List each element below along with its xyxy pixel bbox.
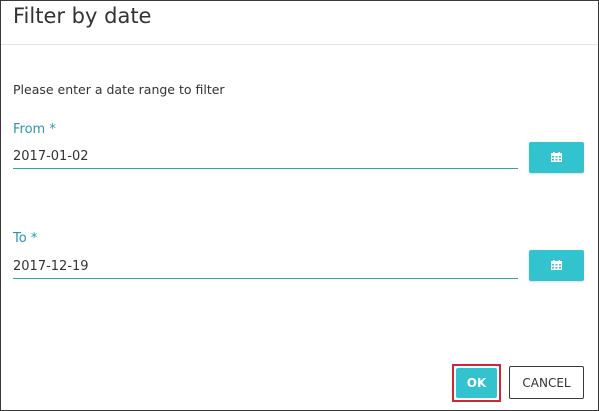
to-calendar-button[interactable]: [529, 250, 584, 281]
from-calendar-button[interactable]: [529, 142, 584, 173]
from-label: From *: [13, 122, 56, 137]
from-date-input[interactable]: [13, 144, 518, 169]
instructions-text: Please enter a date range to filter: [13, 82, 225, 97]
calendar-icon: [551, 260, 562, 270]
calendar-icon: [551, 152, 562, 162]
dialog-header: Filter by date: [1, 1, 598, 45]
ok-button[interactable]: OK: [456, 368, 497, 398]
cancel-button[interactable]: CANCEL: [509, 366, 584, 399]
filter-dialog: Filter by date Please enter a date range…: [0, 0, 599, 411]
to-label: To *: [13, 231, 38, 246]
dialog-title: Filter by date: [13, 4, 152, 28]
to-date-input[interactable]: [13, 254, 518, 279]
